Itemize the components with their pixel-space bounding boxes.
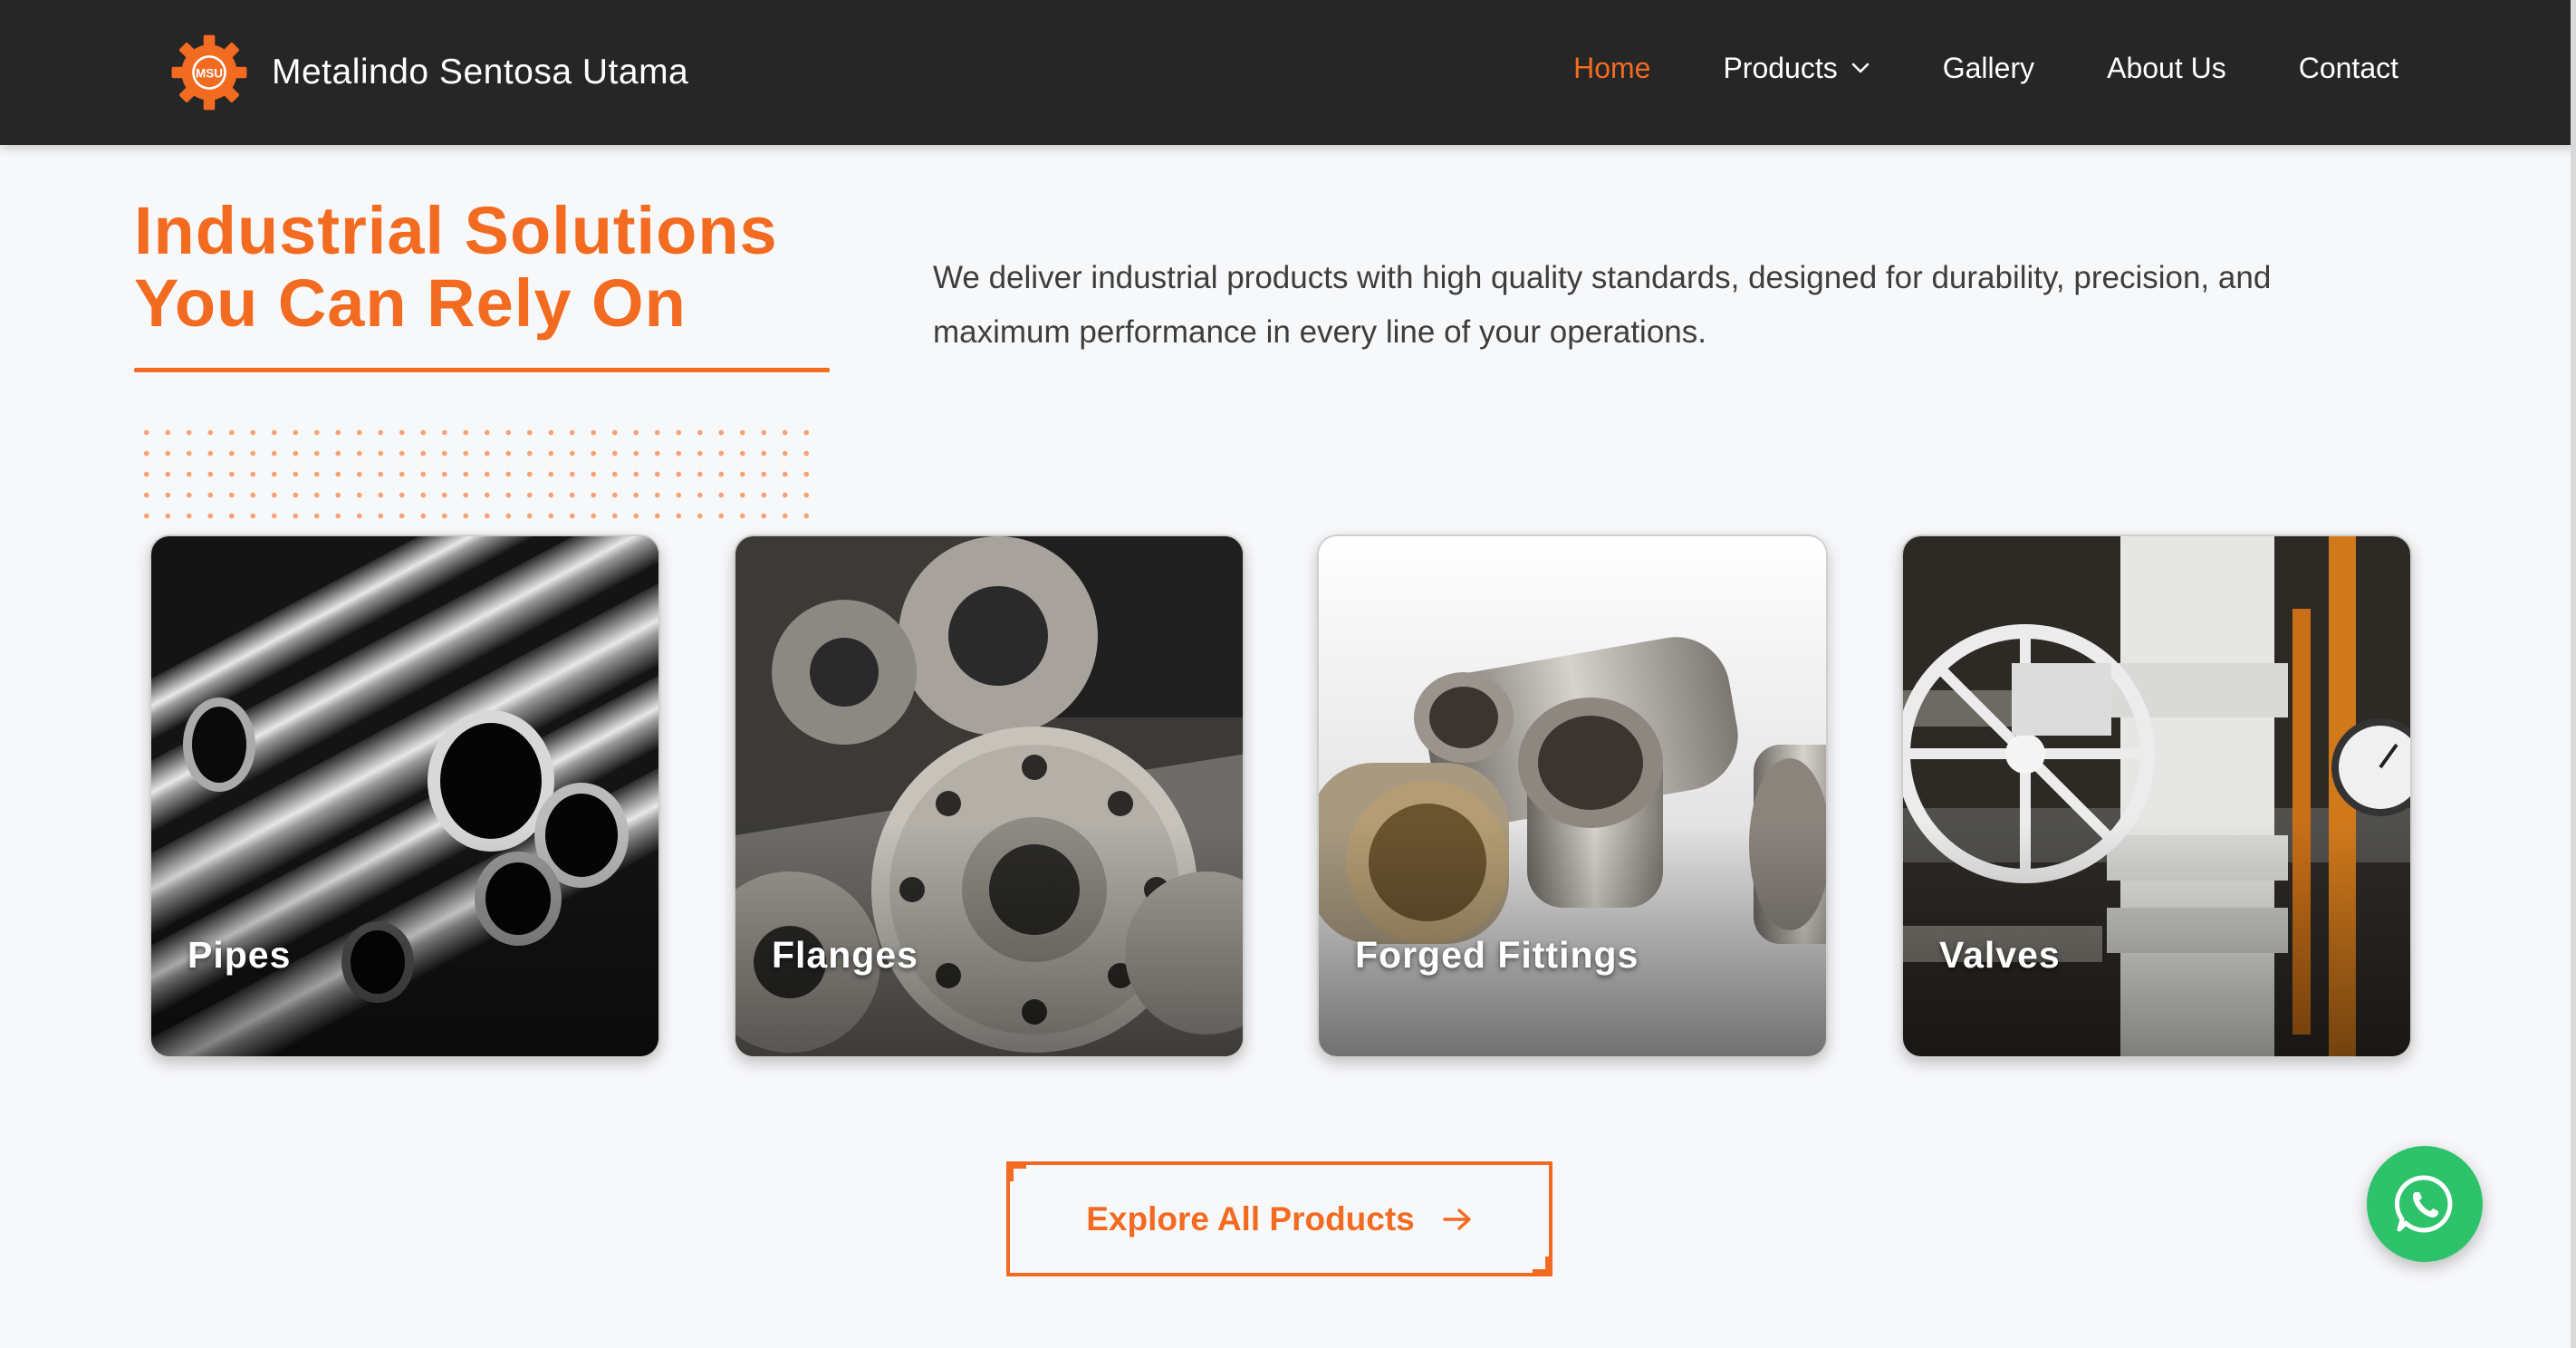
nav-about-us[interactable]: About Us	[2107, 52, 2226, 85]
cta-corner-accent	[1533, 1257, 1552, 1276]
nav-products-label: Products	[1723, 51, 1838, 84]
cta-label: Explore All Products	[1086, 1199, 1415, 1237]
hero-description: We deliver industrial products with high…	[933, 260, 2272, 350]
card-gradient-overlay	[735, 536, 1243, 1056]
main-nav: Home Products Gallery About Us Contact	[1573, 0, 2398, 136]
card-gradient-overlay	[1319, 536, 1826, 1056]
nav-gallery[interactable]: Gallery	[1943, 52, 2034, 85]
gear-logo-icon: MSU	[171, 34, 247, 111]
product-card-valves[interactable]: Valves	[1901, 534, 2412, 1058]
brand[interactable]: MSU Metalindo Sentosa Utama	[168, 27, 688, 118]
site-header: MSU Metalindo Sentosa Utama Home Product…	[0, 0, 2576, 145]
nav-products[interactable]: Products	[1723, 52, 1870, 85]
card-label: Valves	[1939, 934, 2061, 976]
brand-name: Metalindo Sentosa Utama	[272, 53, 689, 91]
card-gradient-overlay	[1903, 536, 2410, 1056]
card-gradient-overlay	[151, 536, 658, 1056]
card-label: Pipes	[187, 934, 292, 976]
product-card-pipes[interactable]: Pipes	[149, 534, 660, 1058]
hero-underline	[134, 368, 830, 372]
logo-text: MSU	[196, 66, 223, 80]
whatsapp-chat-button[interactable]	[2367, 1146, 2483, 1262]
dot-pattern-decoration	[136, 422, 824, 522]
page-scrollbar[interactable]	[2571, 0, 2576, 1348]
nav-contact[interactable]: Contact	[2299, 52, 2398, 85]
explore-all-products-button[interactable]: Explore All Products	[1006, 1161, 1552, 1276]
arrow-right-icon	[1443, 1208, 1471, 1230]
chevron-down-icon	[1851, 63, 1870, 73]
card-label: Flanges	[772, 934, 918, 976]
card-label: Forged Fittings	[1355, 934, 1639, 976]
nav-home[interactable]: Home	[1573, 52, 1650, 85]
product-card-forged-fittings[interactable]: Forged Fittings	[1317, 534, 1828, 1058]
hero-title: Industrial Solutions You Can Rely On	[134, 195, 859, 340]
product-card-flanges[interactable]: Flanges	[734, 534, 1245, 1058]
hero-title-line-1: Industrial Solutions	[134, 193, 778, 268]
hero-title-line-2: You Can Rely On	[134, 265, 687, 341]
cta-corner-accent	[1006, 1161, 1026, 1181]
whatsapp-icon	[2394, 1175, 2453, 1233]
